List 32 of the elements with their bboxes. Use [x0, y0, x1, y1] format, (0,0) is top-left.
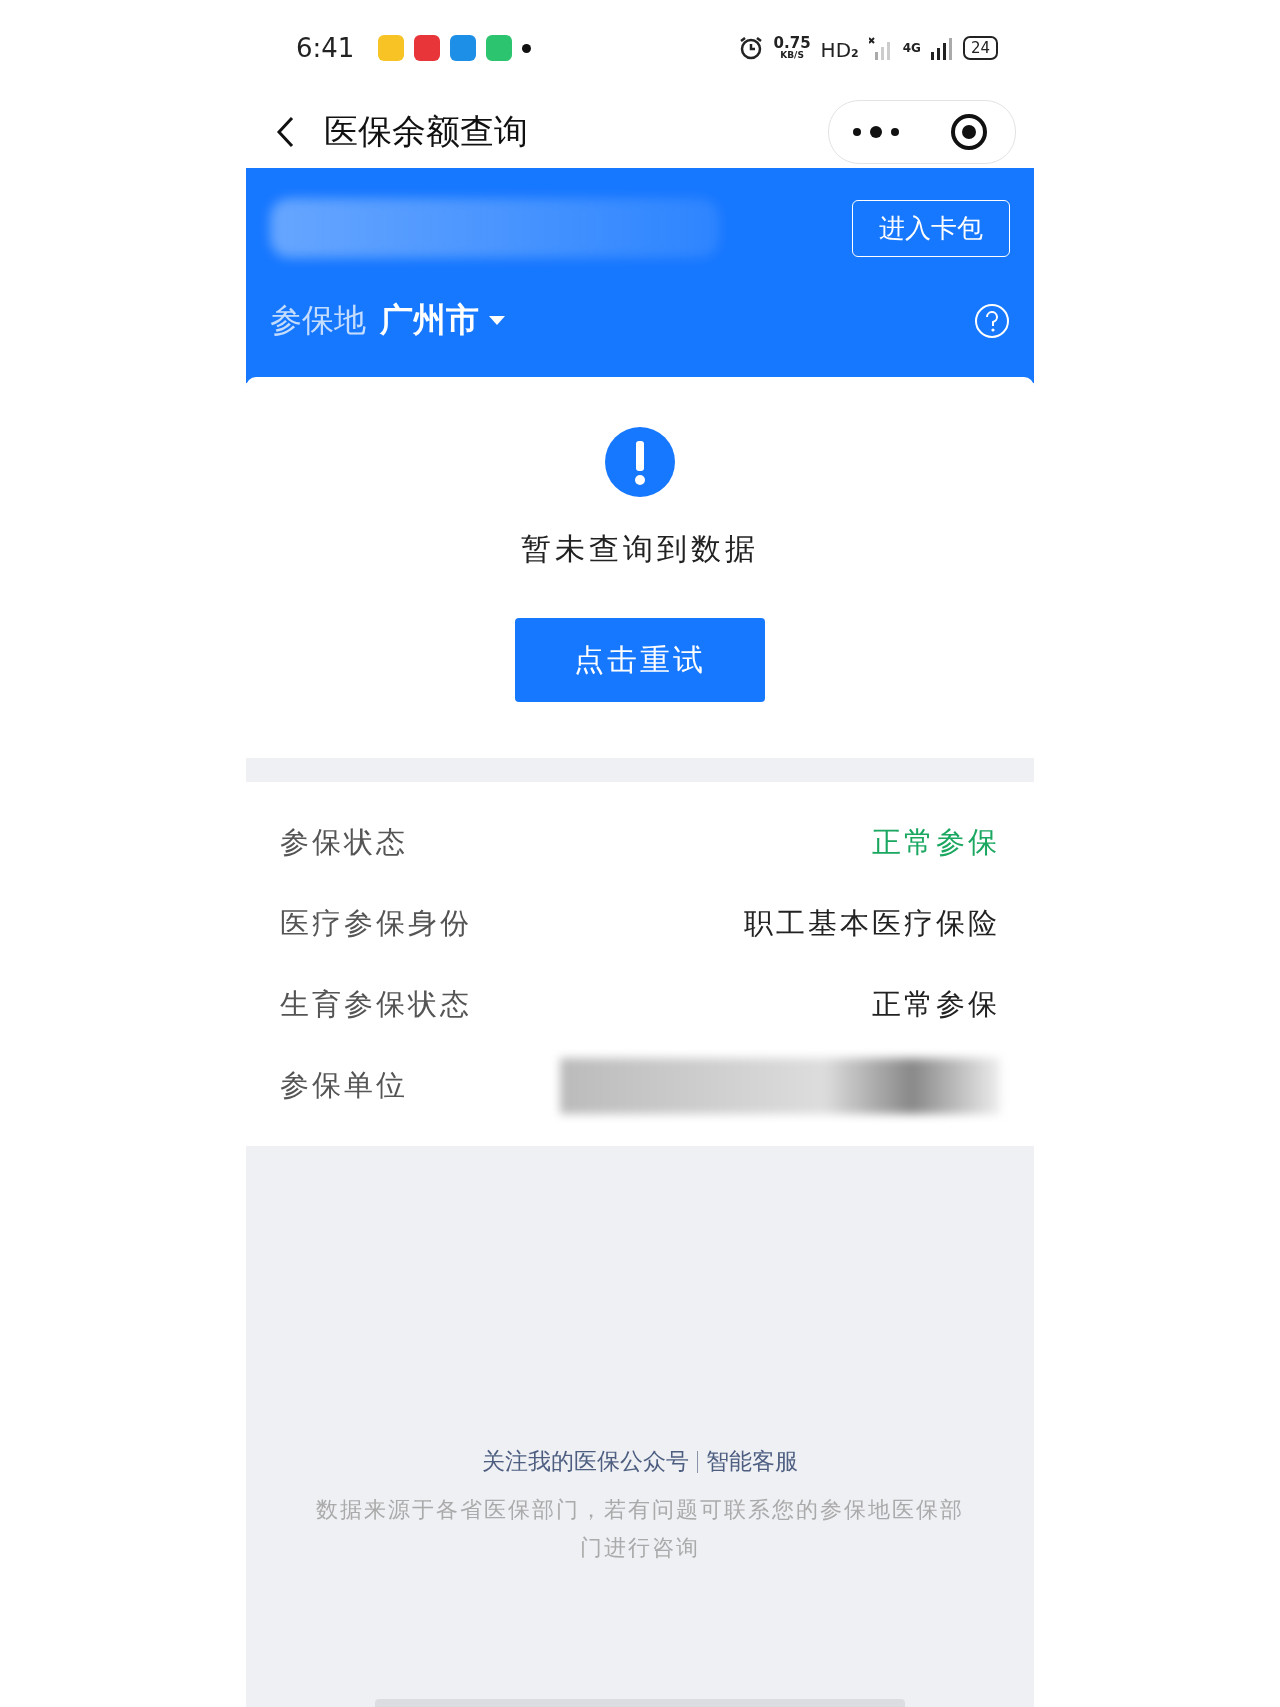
signal-icon	[930, 36, 953, 60]
page-title: 医保余额查询	[324, 110, 529, 153]
info-label: 参保状态	[280, 823, 408, 861]
hd-index: 2	[851, 46, 859, 60]
location-label: 参保地	[270, 299, 366, 341]
battery-level: 24	[962, 36, 998, 60]
more-icon[interactable]	[850, 126, 901, 138]
data-source-note: 数据来源于各省医保部门，若有问题可联系您的参保地医保部门进行咨询	[315, 1496, 965, 1562]
caret-icon[interactable]	[489, 315, 505, 326]
info-label: 医疗参保身份	[280, 904, 472, 942]
footer-link[interactable]: 关注我的医保公众号	[482, 1446, 689, 1477]
info-label: 参保单位	[280, 1066, 408, 1104]
card-wallet-button[interactable]: 进入卡包	[852, 199, 1010, 257]
info-value: 职工基本医疗保险	[744, 904, 1000, 942]
info-value: 正常参保	[872, 823, 1000, 861]
back-icon[interactable]	[276, 116, 294, 148]
speed-unit: KB/S	[780, 51, 804, 60]
network-speed: 0.75	[773, 36, 811, 51]
more-notifications-icon	[522, 43, 532, 53]
retry-button[interactable]: 点击重试	[515, 618, 765, 702]
warning-icon	[605, 427, 675, 497]
footer-link[interactable]: 智能客服	[706, 1446, 798, 1477]
hd-indicator: HD	[820, 37, 852, 62]
info-value: 正常参保	[872, 985, 1000, 1023]
location-dropdown[interactable]: 广州市	[380, 298, 505, 343]
info-label: 生育参保状态	[280, 985, 472, 1023]
network-type: 4G	[902, 41, 921, 55]
help-icon[interactable]	[974, 302, 1010, 339]
status-time: 6:41	[296, 33, 355, 63]
signal-icon	[868, 36, 893, 60]
target-icon[interactable]	[949, 113, 988, 151]
empty-message: 暂未查询到数据	[521, 530, 759, 568]
